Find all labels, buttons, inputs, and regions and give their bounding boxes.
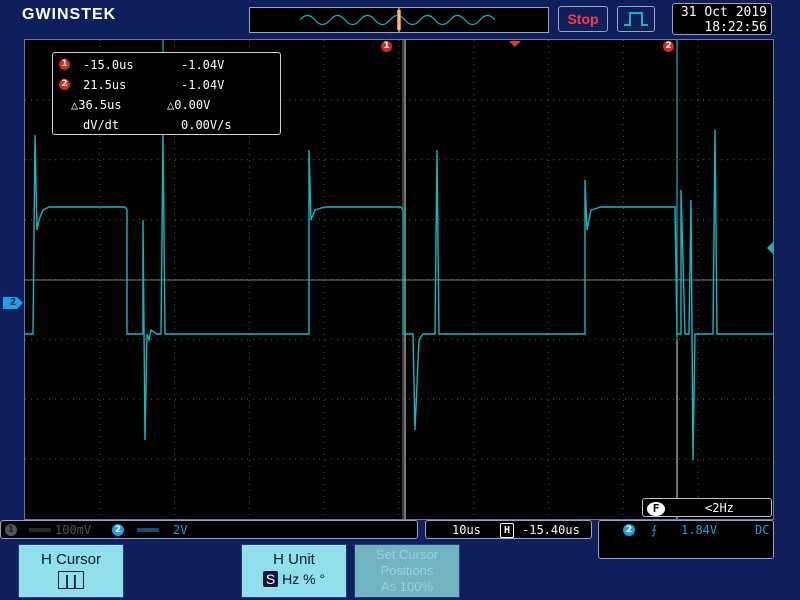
dvdt-row: dV/dt 0.00V/s xyxy=(59,115,280,135)
cursor-1-label: 1 xyxy=(381,41,392,52)
cursor-2-volt: -1.04V xyxy=(181,78,225,92)
cursor-2-label: 2 xyxy=(663,41,674,52)
frequency-value: <2Hz xyxy=(705,501,734,515)
horizontal-position-icon: H xyxy=(500,523,514,538)
trigger-level: 1.84V xyxy=(681,523,718,537)
datetime-display: 31 Oct 2019 18:22:56 xyxy=(672,3,772,35)
pulse-icon xyxy=(624,12,648,26)
cursor-2-badge: 2 xyxy=(59,79,70,90)
frequency-counter: F <2Hz xyxy=(642,498,772,517)
cursor-1-badge: 1 xyxy=(59,59,70,70)
h-unit-softkey[interactable]: H Unit S Hz % ° xyxy=(241,544,347,598)
ch2-ground-marker[interactable]: 2 xyxy=(3,297,23,309)
cursor-2-marker[interactable]: 2 xyxy=(660,40,674,52)
timebase-scale: 10us xyxy=(452,523,481,537)
set-cursor-percent-softkey[interactable]: Set Cursor Positions As 100% xyxy=(354,544,460,598)
cursor-readout-panel: 1 -15.0us -1.04V 2 21.5us -1.04V △36.5us… xyxy=(52,52,281,135)
ch1-scale: 100mV xyxy=(55,523,92,537)
trigger-position-marker xyxy=(509,41,521,47)
cursor-1-marker[interactable]: 1 xyxy=(377,40,392,52)
cursor-1-row: 1 -15.0us -1.04V xyxy=(59,55,280,75)
ch2-coupling-icon: ═══ xyxy=(137,523,159,537)
trigger-source-badge: 2 xyxy=(623,524,635,536)
set-cursor-line3: As 100% xyxy=(380,579,434,594)
cursor-1-volt: -1.04V xyxy=(181,58,225,72)
delta-time: △36.5us xyxy=(71,98,122,112)
delta-row: △36.5us △0.00V xyxy=(59,95,280,115)
trigger-info[interactable]: 2 ⨍ 1.84V DC xyxy=(598,520,774,559)
dvdt-value: 0.00V/s xyxy=(181,118,232,132)
ch2-scale: 2V xyxy=(173,523,188,537)
timebase-position: -15.40us xyxy=(522,523,580,537)
date-text: 31 Oct 2019 xyxy=(680,5,767,20)
timebase-info[interactable]: 10us H -15.40us xyxy=(425,520,592,539)
ch1-badge: 1 xyxy=(5,524,17,536)
cursor-2-row: 2 21.5us -1.04V xyxy=(59,75,280,95)
frequency-badge: F xyxy=(647,501,665,516)
h-cursor-softkey[interactable]: H Cursor | | xyxy=(18,544,124,598)
waveform-overview-bar xyxy=(249,7,549,33)
set-cursor-line1: Set Cursor xyxy=(375,547,439,562)
time-text: 18:22:56 xyxy=(704,20,767,35)
h-cursor-value: | | xyxy=(58,571,84,589)
dvdt-label: dV/dt xyxy=(83,118,120,132)
brand-logo: GWINSTEK xyxy=(22,6,117,23)
cursor-1-time: -15.0us xyxy=(83,58,134,72)
rising-edge-icon: ⨍ xyxy=(651,523,658,537)
delta-volt: △0.00V xyxy=(167,98,211,112)
ch2-badge: 2 xyxy=(112,524,124,536)
trigger-mode-button[interactable] xyxy=(617,6,655,32)
set-cursor-line2: Positions xyxy=(380,563,434,578)
h-unit-options-row: S Hz % ° xyxy=(242,571,346,587)
trigger-coupling: DC xyxy=(755,523,770,537)
h-unit-title: H Unit xyxy=(273,551,315,568)
ch2-waveform xyxy=(25,129,773,461)
h-cursor-title: H Cursor xyxy=(40,551,101,568)
run-stop-button[interactable]: Stop xyxy=(558,6,608,32)
h-unit-selected: S xyxy=(262,571,279,587)
ch1-coupling-icon: ═══ xyxy=(29,523,51,537)
channel-info-bar[interactable]: 1 ═══ 100mV 2 ═══ 2V xyxy=(0,520,418,539)
trigger-level-marker xyxy=(767,242,773,254)
cursor-2-time: 21.5us xyxy=(83,78,127,92)
overview-sine xyxy=(299,8,496,32)
h-unit-options: Hz % ° xyxy=(282,571,326,587)
